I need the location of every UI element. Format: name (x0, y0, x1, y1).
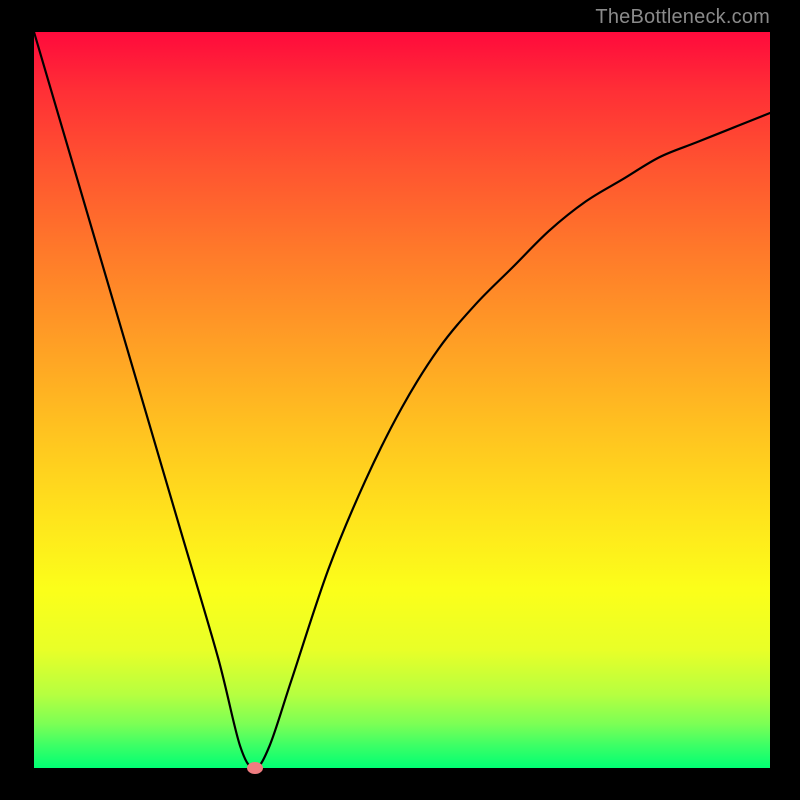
chart-frame: TheBottleneck.com (0, 0, 800, 800)
bottleneck-curve (34, 32, 770, 768)
plot-area (34, 32, 770, 768)
watermark-text: TheBottleneck.com (595, 6, 770, 29)
optimal-point-marker (247, 762, 263, 774)
